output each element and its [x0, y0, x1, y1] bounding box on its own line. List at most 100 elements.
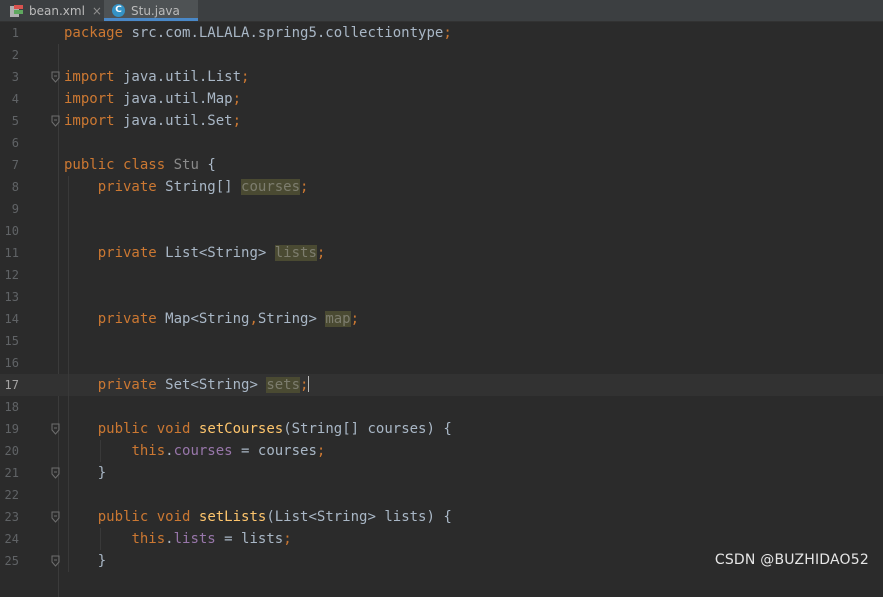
code-token: lists	[274, 245, 317, 261]
code-token: package	[64, 25, 124, 41]
indent-guide	[68, 176, 69, 572]
line-number: 20	[4, 444, 19, 458]
code-text: }	[64, 550, 106, 572]
code-line[interactable]: 17 private Set<String> sets;	[0, 374, 883, 396]
tab-label: bean.xml	[29, 3, 85, 18]
code-line[interactable]: 1 package src.com.LALALA.spring5.collecti…	[0, 22, 883, 44]
code-text: this.lists = lists;	[64, 528, 291, 550]
line-number: 18	[4, 400, 19, 414]
code-line[interactable]: 13	[0, 286, 883, 308]
line-number: 16	[4, 356, 19, 370]
code-line[interactable]: 10	[0, 220, 883, 242]
line-number: 9	[11, 202, 19, 216]
code-line[interactable]: 7 public class Stu {	[0, 154, 883, 176]
line-number: 21	[4, 466, 19, 480]
code-token: .	[165, 443, 174, 459]
fold-marker-icon[interactable]	[51, 71, 60, 83]
code-text: import java.util.Set;	[64, 110, 241, 132]
code-token: ;	[300, 377, 309, 393]
code-token: private	[97, 311, 157, 327]
code-token: String>	[257, 311, 326, 327]
code-token: }	[64, 465, 107, 481]
fold-marker-icon[interactable]	[51, 115, 60, 127]
java-class-icon: C	[112, 4, 125, 17]
code-token: Set<String>	[156, 377, 267, 393]
code-token: courses	[241, 179, 301, 195]
code-line[interactable]: 23 public void setLists(List<String> lis…	[0, 506, 883, 528]
line-number: 1	[11, 26, 19, 40]
fold-marker-icon[interactable]	[51, 423, 60, 435]
code-line[interactable]: 15	[0, 330, 883, 352]
fold-marker-icon[interactable]	[51, 467, 60, 479]
code-line[interactable]: 4 import java.util.Map;	[0, 88, 883, 110]
code-token: public	[64, 157, 115, 173]
line-number: 22	[4, 488, 19, 502]
code-token: private	[97, 377, 157, 393]
fold-marker-icon[interactable]	[51, 511, 60, 523]
code-line[interactable]: 18	[0, 396, 883, 418]
tab-stu-java[interactable]: C Stu.java	[104, 0, 198, 21]
code-token: Map<String	[156, 311, 250, 327]
fold-marker-icon[interactable]	[51, 555, 60, 567]
code-line[interactable]: 11 private List<String> lists;	[0, 242, 883, 264]
line-number: 13	[4, 290, 19, 304]
code-line[interactable]: 24 this.lists = lists;	[0, 528, 883, 550]
code-token: ;	[232, 91, 242, 107]
line-number: 11	[4, 246, 19, 260]
code-token: java.util.Map	[114, 91, 233, 107]
code-line[interactable]: 16	[0, 352, 883, 374]
code-line[interactable]: 8 private String[] courses;	[0, 176, 883, 198]
line-number: 7	[11, 158, 19, 172]
tab-bean-xml[interactable]: bean.xml ×	[0, 0, 104, 21]
code-line[interactable]: 9	[0, 198, 883, 220]
code-line[interactable]: 2	[0, 44, 883, 66]
line-number: 3	[11, 70, 19, 84]
code-token: (List<String> lists) {	[266, 509, 452, 525]
code-line[interactable]: 20 this.courses = courses;	[0, 440, 883, 462]
code-line[interactable]: 22	[0, 484, 883, 506]
code-line[interactable]: 6	[0, 132, 883, 154]
close-icon[interactable]: ×	[92, 4, 102, 18]
code-token: setLists	[198, 509, 267, 525]
code-token: Stu	[173, 157, 199, 173]
code-token: public	[97, 509, 149, 525]
code-token: courses	[173, 443, 233, 459]
code-token: sets	[266, 377, 301, 393]
code-editor[interactable]: 1 package src.com.LALALA.spring5.collecti…	[0, 22, 883, 597]
code-token: public	[97, 421, 149, 437]
editor-tab-bar: bean.xml × C Stu.java	[0, 0, 883, 22]
code-line[interactable]: 14 private Map<String,String> map;	[0, 308, 883, 330]
code-token: = lists	[215, 531, 284, 547]
code-text: import java.util.Map;	[64, 88, 241, 110]
code-line[interactable]: 3 import java.util.List;	[0, 66, 883, 88]
code-token: ;	[443, 25, 452, 41]
code-line[interactable]: 12	[0, 264, 883, 286]
code-token: {	[198, 157, 216, 173]
text-caret	[308, 376, 310, 392]
code-line[interactable]: 19 public void setCourses(String[] cours…	[0, 418, 883, 440]
code-text: this.courses = courses;	[64, 440, 325, 462]
code-text: package src.com.LALALA.spring5.collectio…	[64, 22, 452, 44]
code-line[interactable]: 21 }	[0, 462, 883, 484]
code-token: import	[64, 69, 115, 85]
code-token: java.util.Set	[114, 113, 233, 129]
code-text: import java.util.List;	[64, 66, 249, 88]
xml-file-icon	[10, 4, 23, 17]
code-token: lists	[173, 531, 216, 547]
code-text: private List<String> lists;	[64, 242, 325, 264]
code-text: public void setLists(List<String> lists)…	[64, 506, 452, 528]
code-token: void	[156, 509, 191, 525]
code-token: ;	[316, 245, 326, 261]
line-number: 23	[4, 510, 19, 524]
code-token: .	[165, 531, 174, 547]
code-line[interactable]: 5 import java.util.Set;	[0, 110, 883, 132]
code-text: private Set<String> sets;	[64, 374, 310, 396]
line-number: 25	[4, 554, 19, 568]
